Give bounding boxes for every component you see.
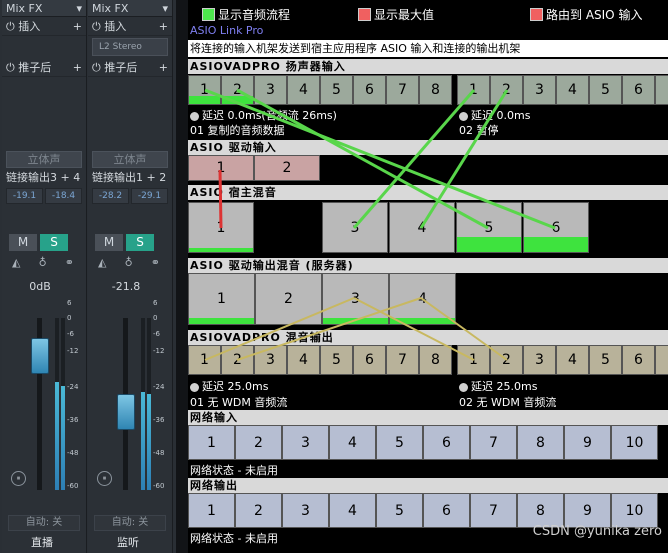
scale-tick: 6 [67, 299, 72, 307]
route-line [420, 297, 508, 361]
link-output-label[interactable]: 链接输出1 + 2 [92, 170, 168, 186]
link-icon[interactable]: ⚭ [65, 256, 74, 269]
scale-tick: -6 [67, 330, 74, 338]
level-meter-right [147, 318, 151, 490]
level-meter-left [141, 318, 145, 490]
mix-fx-label: Mix FX [92, 1, 129, 15]
volume-readout[interactable]: 0dB [0, 280, 82, 293]
power-icon[interactable]: ⏻ [6, 61, 15, 74]
post-fader-label: 推子后 [18, 61, 52, 74]
volume-fader-knob[interactable] [117, 394, 135, 430]
volume-fader-knob[interactable] [31, 338, 49, 374]
mix-fx-label: Mix FX [6, 1, 43, 15]
link-output-label[interactable]: 链接输出3 + 4 [6, 170, 82, 186]
peak-right: -18.4 [45, 188, 82, 204]
strip-name[interactable]: 直播 [0, 534, 84, 550]
scale-tick: -36 [153, 416, 165, 424]
route-line [353, 297, 475, 361]
link-icon[interactable]: ⚭ [151, 256, 160, 269]
strip-name[interactable]: 监听 [86, 534, 170, 550]
chevron-down-icon[interactable]: ▾ [76, 2, 82, 15]
insert-row[interactable]: ⏻ 插入 + [88, 17, 172, 36]
solo-button[interactable]: S [126, 234, 154, 251]
volume-readout[interactable]: -21.8 [84, 280, 168, 293]
insert-label: 插入 [18, 20, 41, 33]
route-line [419, 89, 509, 229]
red-route-line [218, 169, 223, 229]
chevron-down-icon[interactable]: ▾ [162, 2, 168, 15]
add-icon[interactable]: + [73, 61, 82, 74]
mute-solo-group-monitor: MS [95, 234, 154, 251]
monitor-icon[interactable]: ◭ [12, 256, 20, 269]
post-fader-row[interactable]: ⏻ 推子后 + [2, 58, 86, 77]
mix-fx-header[interactable]: Mix FX ▾ [88, 0, 172, 17]
stereo-button[interactable]: 立体声 [92, 151, 168, 168]
peak-left: -19.1 [6, 188, 43, 204]
scale-tick: 0 [153, 314, 158, 322]
scale-tick: -24 [153, 383, 165, 391]
route-line [236, 88, 489, 230]
power-icon[interactable]: ⏻ [6, 20, 15, 33]
asio-link-panel: 显示音频流程 显示最大值 路由到 ASIO 输入 ASIO Link Pro 将… [188, 0, 668, 553]
post-fader-label: 推子后 [104, 61, 138, 74]
insert-slot[interactable]: L2 Stereo [92, 38, 168, 56]
insert-row[interactable]: ⏻ 插入 + [2, 17, 86, 36]
scale-tick: -24 [67, 383, 79, 391]
insert-label: 插入 [104, 20, 127, 33]
green-routes [204, 88, 556, 230]
automation-button[interactable]: 自动: 关 [8, 515, 80, 531]
peak-right: -29.1 [131, 188, 168, 204]
add-icon[interactable]: + [159, 61, 168, 74]
record-icon[interactable]: ⏸ [97, 471, 112, 486]
power-icon[interactable]: ⏻ [92, 20, 101, 33]
solo-button[interactable]: S [40, 234, 68, 251]
scale-tick: -36 [67, 416, 79, 424]
routing-wires [204, 88, 556, 361]
scale-tick: 6 [153, 299, 158, 307]
route-line [204, 88, 556, 230]
scale-tick: -60 [153, 482, 165, 490]
strip-icons-monitor: ◭ ♁ ⚭ [98, 256, 160, 269]
yellow-routes [204, 297, 508, 361]
monitor-icon[interactable]: ◭ [98, 256, 106, 269]
scale-tick: 0 [67, 314, 72, 322]
scale-tick: -6 [153, 330, 160, 338]
mute-button[interactable]: M [9, 234, 37, 251]
automation-button[interactable]: 自动: 关 [94, 515, 166, 531]
scale-tick: -12 [153, 347, 165, 355]
mute-solo-group-live: MS [9, 234, 68, 251]
add-icon[interactable]: + [159, 20, 168, 33]
route-line [236, 297, 422, 361]
strip-icons-live: ◭ ♁ ⚭ [12, 256, 74, 269]
scale-tick: -48 [67, 449, 79, 457]
mixer-strip-monitor: Mix FX ▾ ⏻ 插入 + L2 Stereo ⏻ 推子后 + 立体声 链接输出1… [88, 0, 173, 553]
add-icon[interactable]: + [73, 20, 82, 33]
panel-divider [176, 0, 188, 553]
watermark: CSDN @yunika zero [532, 524, 662, 539]
mute-button[interactable]: M [95, 234, 123, 251]
level-meter-left [55, 318, 59, 490]
mixer-strip-live: Mix FX ▾ ⏻ 插入 + ⏻ 推子后 + 立体声 链接输出3 + 4 -19.1… [2, 0, 87, 553]
record-icon[interactable]: ⏸ [11, 471, 26, 486]
mixer-panel: Mix FX ▾ ⏻ 插入 + ⏻ 推子后 + 立体声 链接输出3 + 4 -19.1… [0, 0, 176, 553]
post-fader-row[interactable]: ⏻ 推子后 + [88, 58, 172, 77]
stereo-button[interactable]: 立体声 [6, 151, 82, 168]
level-meter-right [61, 318, 65, 490]
scale-tick: -12 [67, 347, 79, 355]
power-icon[interactable]: ⏻ [92, 61, 101, 74]
peak-left: -28.2 [92, 188, 129, 204]
scale-tick: -48 [153, 449, 165, 457]
route-line [352, 89, 476, 229]
input-icon[interactable]: ♁ [39, 256, 47, 269]
mix-fx-header[interactable]: Mix FX ▾ [2, 0, 86, 17]
scale-tick: -60 [67, 482, 79, 490]
input-icon[interactable]: ♁ [125, 256, 133, 269]
